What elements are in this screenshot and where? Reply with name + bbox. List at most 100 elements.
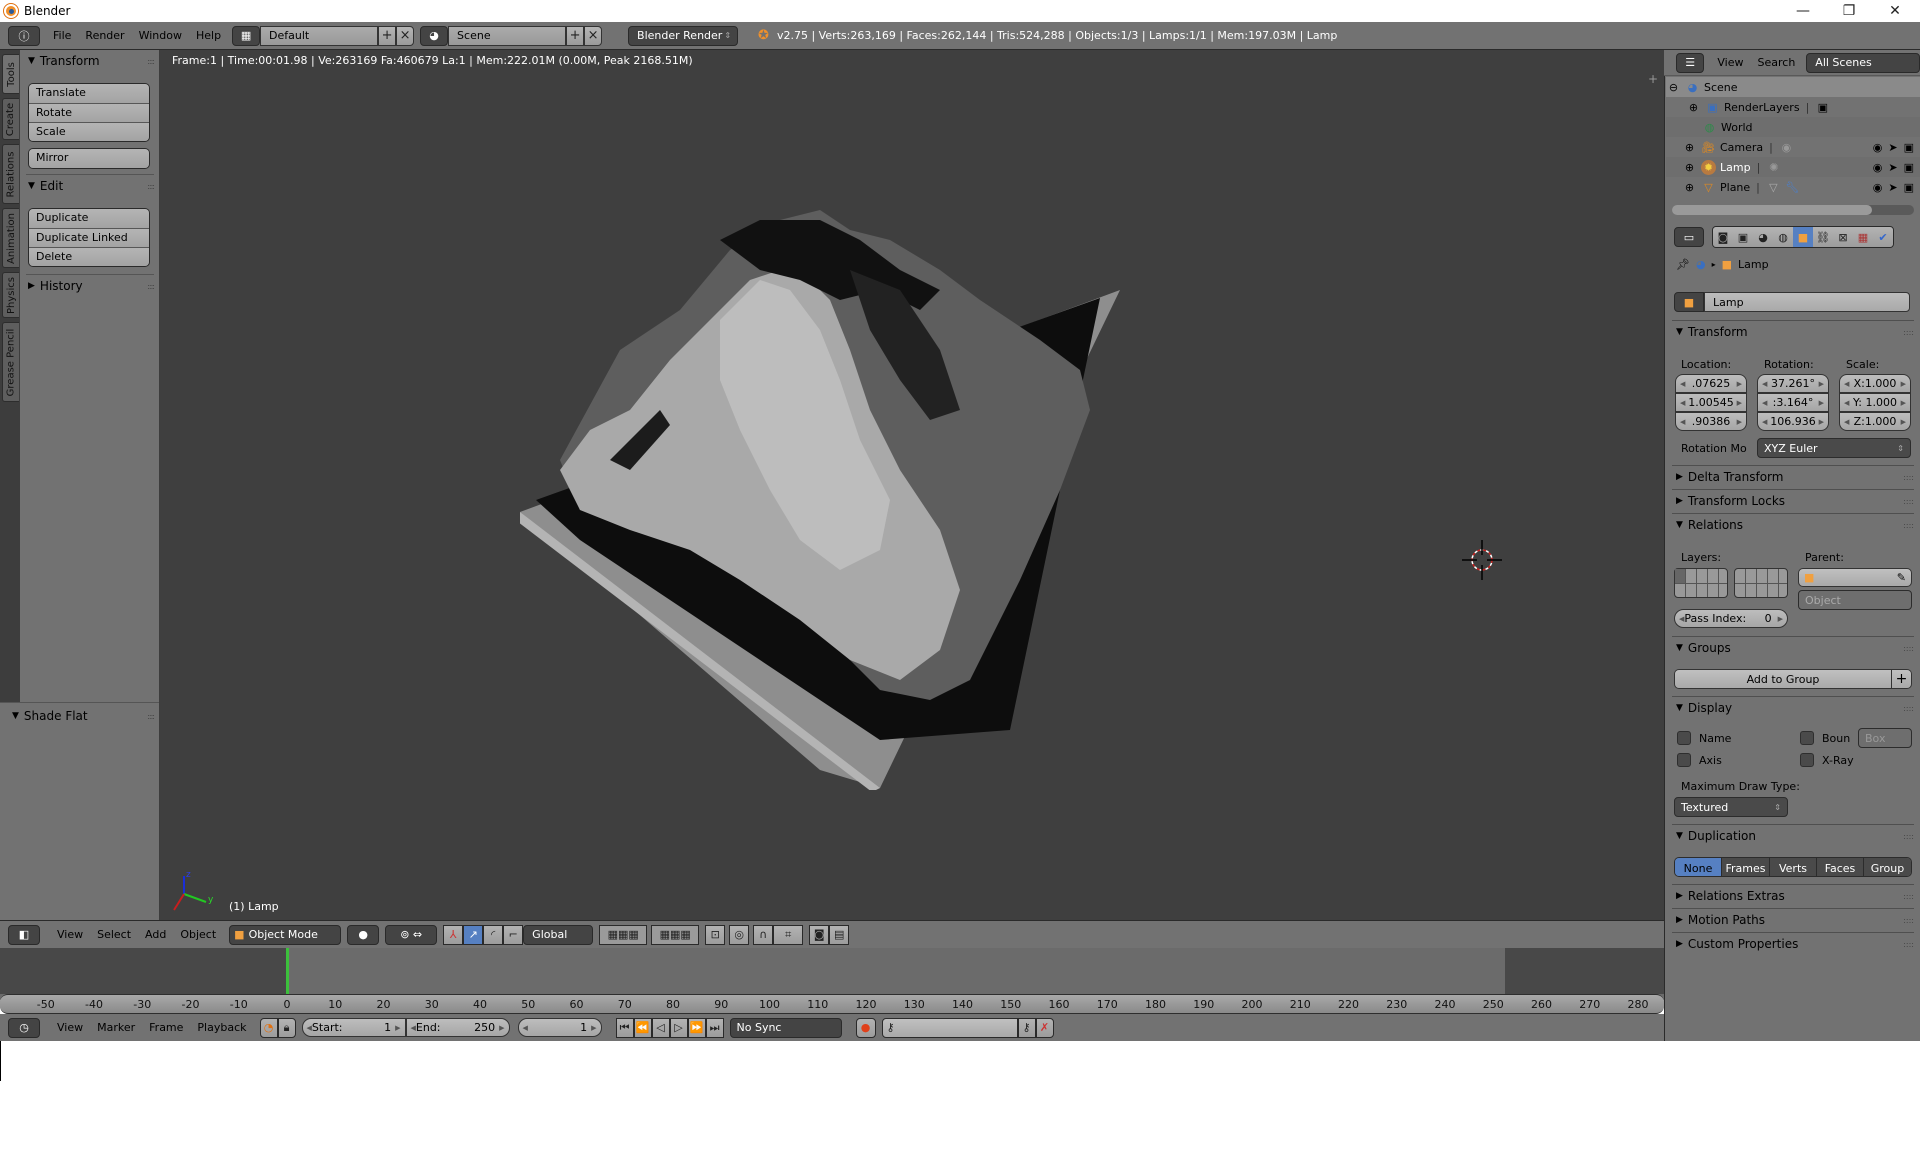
rotation-x-field[interactable]: ◀ 37.261° ▶ (1757, 374, 1829, 393)
menu-add[interactable]: Add (138, 928, 173, 941)
xray-checkbox[interactable] (1800, 753, 1814, 767)
screen-layout-field[interactable]: Default (260, 25, 379, 46)
current-frame-cursor[interactable] (286, 948, 289, 994)
lock-layers-icon[interactable]: ⊡ (705, 924, 726, 945)
physics-tab-icon[interactable]: ✔ (1873, 227, 1893, 247)
close-button[interactable]: ✕ (1872, 0, 1918, 22)
outliner-display-mode-select[interactable]: All Scenes (1806, 52, 1920, 73)
selectable-arrow-icon[interactable]: ➤ (1888, 161, 1897, 174)
ol-menu-search[interactable]: Search (1751, 56, 1803, 69)
3d-cursor-icon[interactable] (1462, 540, 1502, 580)
transform-orientation-select[interactable]: Global (523, 924, 594, 945)
location-y-field[interactable]: ◀ 1.00545 ▶ (1675, 393, 1747, 412)
delete-keyframe-icon[interactable]: ✗ (1035, 1017, 1054, 1038)
add-screen-button[interactable]: + (378, 25, 397, 46)
duplicate-linked-button[interactable]: Duplicate Linked (29, 228, 149, 247)
jump-keyframe-back-button[interactable]: ⏪ (633, 1017, 652, 1038)
rotation-y-field[interactable]: ◀:3.164° ▶ (1757, 393, 1829, 412)
timeline-area[interactable] (0, 948, 1664, 1000)
delete-button[interactable]: Delete (29, 247, 149, 266)
record-keyframe-button[interactable]: ● (855, 1017, 876, 1038)
editor-type-info-button[interactable]: ⓘ (8, 25, 40, 46)
drag-grip-icon[interactable]: :::: (1903, 521, 1914, 530)
layer-buttons-1[interactable] (1674, 568, 1728, 598)
axis-checkbox[interactable] (1677, 753, 1691, 767)
scene-tab-icon[interactable]: ◕ (1753, 227, 1773, 247)
selectable-arrow-icon[interactable]: ➤ (1888, 181, 1897, 194)
location-x-field[interactable]: ◀ .07625 ▶ (1675, 374, 1747, 393)
panel-edit-header[interactable]: ▼ Edit:::: (28, 179, 155, 193)
tab-create[interactable]: Create (2, 98, 19, 140)
dup-verts-button[interactable]: Verts (1769, 858, 1816, 876)
tab-relations[interactable]: Relations (2, 144, 19, 204)
expand-icon[interactable]: ⊕ (1682, 140, 1697, 155)
drag-grip-icon[interactable]: :::: (1903, 704, 1914, 713)
outliner-item-camera[interactable]: ⊕ 🎥︎ Camera | ◉ ◉ ➤ ▣ (1666, 137, 1920, 157)
drag-grip-icon[interactable]: :::: (147, 712, 155, 721)
active-layer-1[interactable] (1675, 569, 1685, 583)
delete-screen-button[interactable]: × (396, 25, 415, 46)
panel-transform-header[interactable]: ▼ Transform:::: (28, 54, 155, 68)
collapse-icon[interactable]: ⊖ (1666, 80, 1681, 95)
bounds-type-select[interactable]: Box (1858, 728, 1912, 748)
tl-menu-frame[interactable]: Frame (142, 1021, 190, 1034)
drag-grip-icon[interactable]: :::: (1903, 916, 1914, 925)
drag-grip-icon[interactable]: :::: (147, 57, 155, 66)
jump-start-button[interactable]: ⏮ (615, 1017, 634, 1038)
outliner-item-lamp[interactable]: ⊕ ✹ Lamp | ✺ ◉ ➤ ▣ (1666, 157, 1920, 177)
translate-manipulator-button[interactable]: ↗ (463, 924, 484, 945)
editor-type-3dview-button[interactable]: ◧ (8, 924, 40, 945)
start-frame-field[interactable]: ◀ Start: 1 ▶ (301, 1018, 406, 1037)
tab-grease-pencil[interactable]: Grease Pencil (2, 322, 19, 402)
menu-view[interactable]: View (50, 928, 90, 941)
translate-button[interactable]: Translate (29, 84, 149, 103)
render-animation-icon[interactable]: ▤ (829, 924, 850, 945)
drag-grip-icon[interactable]: :::: (1903, 940, 1914, 949)
outliner-scrollbar[interactable] (1672, 205, 1914, 215)
render-layers-tab-icon[interactable]: ▣ (1733, 227, 1753, 247)
visibility-eye-icon[interactable]: ◉ (1873, 161, 1883, 174)
render-tab-icon[interactable]: ◙ (1713, 227, 1733, 247)
dup-none-button[interactable]: None (1675, 858, 1721, 876)
scale-y-field[interactable]: ◀ Y: 1.000 ▶ (1839, 393, 1911, 412)
mirror-button[interactable]: Mirror (29, 149, 149, 168)
name-checkbox[interactable] (1677, 731, 1691, 745)
drag-grip-icon[interactable]: :::: (1903, 328, 1914, 337)
scale-x-field[interactable]: ◀ X:1.000 ▶ (1839, 374, 1911, 393)
panel-history-header[interactable]: ▶ History:::: (28, 279, 155, 293)
tab-physics[interactable]: Physics (2, 272, 19, 318)
minimize-button[interactable]: — (1780, 0, 1826, 22)
menu-help[interactable]: Help (189, 29, 228, 42)
screen-layout-icon[interactable]: ▦ (232, 25, 261, 46)
duplicate-button[interactable]: Duplicate (29, 209, 149, 228)
drag-grip-icon[interactable]: :::: (1903, 644, 1914, 653)
rotate-manipulator-button[interactable]: ◜ (483, 924, 504, 945)
snap-element-select[interactable]: ⌗ (773, 924, 804, 945)
drag-grip-icon[interactable]: :::: (1903, 892, 1914, 901)
panel-delta-transform-header[interactable]: ▶ Delta Transform:::: (1676, 470, 1914, 484)
renderable-camera-icon[interactable]: ▣ (1904, 181, 1914, 194)
tl-menu-marker[interactable]: Marker (90, 1021, 142, 1034)
tl-menu-playback[interactable]: Playback (190, 1021, 253, 1034)
panel-groups-header[interactable]: ▼ Groups:::: (1676, 641, 1914, 655)
menu-file[interactable]: File (46, 29, 78, 42)
proportional-edit-icon[interactable]: ◎ (729, 924, 750, 945)
render-opengl-icon[interactable]: ◙ (809, 924, 830, 945)
snap-magnet-icon[interactable]: ∩ (753, 924, 774, 945)
add-to-group-button[interactable]: Add to Group (1675, 670, 1891, 688)
editor-type-timeline-button[interactable]: ◷ (8, 1017, 40, 1038)
drag-grip-icon[interactable]: :::: (147, 282, 155, 291)
jump-end-button[interactable]: ⏭ (705, 1017, 724, 1038)
scale-z-field[interactable]: ◀ Z:1.000 ▶ (1839, 412, 1911, 431)
panel-relations-header[interactable]: ▼ Relations:::: (1676, 518, 1914, 532)
drag-grip-icon[interactable]: :::: (1903, 473, 1914, 482)
terrain-mesh[interactable] (520, 210, 1250, 790)
scene-icon[interactable]: ◕ (420, 25, 449, 46)
panel-display-header[interactable]: ▼ Display:::: (1676, 701, 1914, 715)
tab-tools[interactable]: Tools (2, 54, 19, 94)
scene-field[interactable]: Scene (448, 25, 567, 46)
visibility-eye-icon[interactable]: ◉ (1873, 181, 1883, 194)
layer-grid-1[interactable]: ▦▦▦ (599, 924, 648, 945)
drag-grip-icon[interactable]: :::: (1903, 497, 1914, 506)
drag-grip-icon[interactable]: :::: (147, 182, 155, 191)
